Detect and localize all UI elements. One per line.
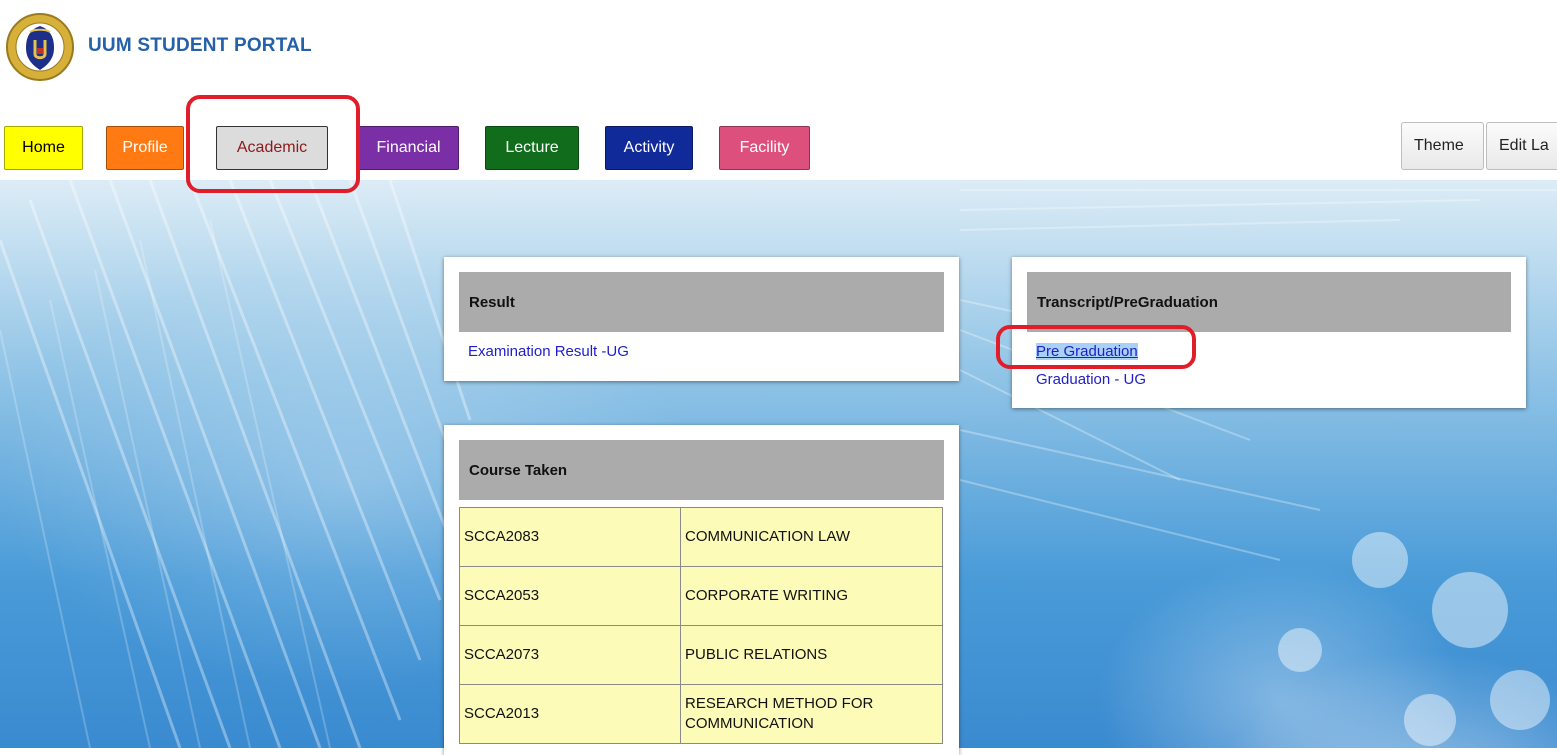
nav-financial-label: Financial bbox=[376, 139, 441, 156]
nav-financial-button[interactable]: Financial bbox=[358, 126, 459, 170]
course-code: SCCA2073 bbox=[459, 625, 681, 685]
nav-facility-label: Facility bbox=[739, 139, 790, 156]
nav-activity-label: Activity bbox=[623, 139, 675, 156]
course-taken-title: Course Taken bbox=[459, 440, 944, 500]
nav-facility-button[interactable]: Facility bbox=[719, 126, 810, 170]
result-panel: Result Examination Result -UG bbox=[444, 257, 959, 381]
course-name: PUBLIC RELATIONS bbox=[680, 625, 943, 685]
theme-label: Theme bbox=[1414, 137, 1464, 154]
transcript-panel-title: Transcript/PreGraduation bbox=[1027, 272, 1511, 332]
nav-lecture-button[interactable]: Lecture bbox=[485, 126, 579, 170]
transcript-panel: Transcript/PreGraduation Pre Graduation … bbox=[1012, 257, 1526, 408]
nav-profile-button[interactable]: Profile bbox=[106, 126, 184, 170]
course-table: SCCA2083 COMMUNICATION LAW SCCA2053 CORP… bbox=[459, 507, 943, 744]
nav-home-button[interactable]: Home bbox=[4, 126, 83, 170]
course-taken-panel: Course Taken SCCA2083 COMMUNICATION LAW … bbox=[444, 425, 959, 755]
graduation-ug-link[interactable]: Graduation - UG bbox=[1036, 371, 1146, 388]
table-row: SCCA2083 COMMUNICATION LAW bbox=[459, 507, 943, 567]
theme-button[interactable]: Theme bbox=[1401, 122, 1484, 170]
nav-academic-button[interactable]: Academic bbox=[216, 126, 328, 170]
university-crest-icon bbox=[6, 10, 74, 88]
table-row: SCCA2013 RESEARCH METHOD FOR COMMUNICATI… bbox=[459, 684, 943, 744]
portal-title: UUM STUDENT PORTAL bbox=[88, 35, 312, 56]
course-name: CORPORATE WRITING bbox=[680, 566, 943, 626]
edit-layout-label: Edit La bbox=[1499, 137, 1549, 154]
edit-layout-button[interactable]: Edit La bbox=[1486, 122, 1557, 170]
course-code: SCCA2013 bbox=[459, 684, 681, 744]
course-name: RESEARCH METHOD FOR COMMUNICATION bbox=[680, 684, 943, 744]
portal-header: UUM STUDENT PORTAL Home Profile Academic… bbox=[0, 0, 1557, 180]
table-row: SCCA2073 PUBLIC RELATIONS bbox=[459, 625, 943, 685]
pre-graduation-link[interactable]: Pre Graduation bbox=[1036, 343, 1138, 360]
nav-activity-button[interactable]: Activity bbox=[605, 126, 693, 170]
examination-result-link[interactable]: Examination Result -UG bbox=[468, 343, 629, 360]
nav-lecture-label: Lecture bbox=[505, 139, 559, 156]
course-name: COMMUNICATION LAW bbox=[680, 507, 943, 567]
nav-academic-label: Academic bbox=[236, 139, 308, 156]
nav-home-label: Home bbox=[22, 139, 65, 156]
result-panel-title: Result bbox=[459, 272, 944, 332]
course-code: SCCA2083 bbox=[459, 507, 681, 567]
nav-profile-label: Profile bbox=[122, 139, 168, 156]
course-code: SCCA2053 bbox=[459, 566, 681, 626]
table-row: SCCA2053 CORPORATE WRITING bbox=[459, 566, 943, 626]
